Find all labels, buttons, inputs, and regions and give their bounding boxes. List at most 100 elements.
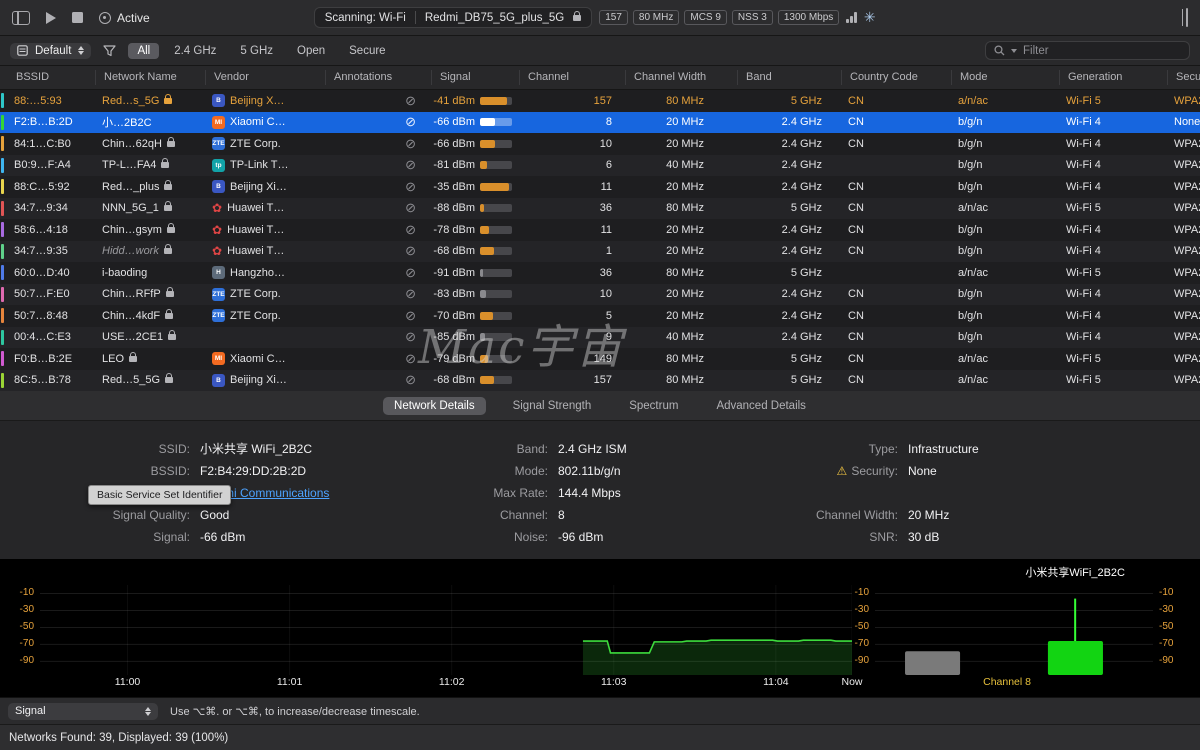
channel-spectrum-chart <box>875 585 1153 675</box>
segment-secure[interactable]: Secure <box>340 43 394 59</box>
tab-spectrum[interactable]: Spectrum <box>618 397 689 415</box>
band-cell: 5 GHz <box>736 262 840 284</box>
segment-all[interactable]: All <box>128 43 159 59</box>
column-header-bssid[interactable]: BSSID <box>8 70 96 85</box>
no-annotation-icon[interactable]: ⊘ <box>405 265 416 281</box>
details-value: 802.11b/g/n <box>558 464 621 478</box>
details-row: SNR:30 dB <box>720 528 979 545</box>
table-row[interactable]: B0:9…F:A4TP-L…FA4tpTP-Link T…⊘-81 dBm640… <box>0 155 1200 177</box>
no-annotation-icon[interactable]: ⊘ <box>405 93 416 109</box>
channel-width-cell: 80 MHz <box>624 370 736 392</box>
table-row[interactable]: 8C:5…B:78Red…5_5GBBeijing Xi…⊘-68 dBm157… <box>0 370 1200 392</box>
channel-width-cell: 20 MHz <box>624 219 736 241</box>
band-cell: 2.4 GHz <box>736 219 840 241</box>
details-label: Mode: <box>400 464 548 478</box>
no-annotation-icon[interactable]: ⊘ <box>405 351 416 367</box>
channel-cell: 8 <box>518 112 624 134</box>
lock-icon <box>573 15 581 21</box>
filter-placeholder: Filter <box>1023 45 1049 57</box>
annotations-cell: ⊘ <box>324 176 430 198</box>
band-cell: 2.4 GHz <box>736 112 840 134</box>
y-axis-label: -50 <box>841 621 869 632</box>
segment-5-ghz[interactable]: 5 GHz <box>231 43 282 59</box>
signal-dbm: -81 dBm <box>433 159 475 171</box>
column-header-country-code[interactable]: Country Code <box>842 70 952 85</box>
table-row[interactable]: 58:6…4:18Chin…gsym✿Huawei T…⊘-78 dBm1120… <box>0 219 1200 241</box>
table-row[interactable]: 50:7…8:48Chin…4kdFZTEZTE Corp.⊘-70 dBm52… <box>0 305 1200 327</box>
no-annotation-icon[interactable]: ⊘ <box>405 243 416 259</box>
table-row[interactable]: F2:B…B:2D小…2B2CMIXiaomi C…⊘-66 dBm820 MH… <box>0 112 1200 134</box>
no-annotation-icon[interactable]: ⊘ <box>405 222 416 238</box>
tab-signal-strength[interactable]: Signal Strength <box>502 397 603 415</box>
column-header-signal[interactable]: Signal <box>432 70 520 85</box>
bssid-cell: 88:…5:93 <box>6 90 94 112</box>
table-row[interactable]: 60:0…D:40i-baodingHHangzho…⊘-91 dBm3680 … <box>0 262 1200 284</box>
table-row[interactable]: 00:4…C:E3USE…2CE1⊘-85 dBm940 MHz2.4 GHzC… <box>0 327 1200 349</box>
filter-funnel-icon[interactable] <box>103 45 116 57</box>
generation-cell: Wi-Fi 4 <box>1058 327 1166 349</box>
no-annotation-icon[interactable]: ⊘ <box>405 136 416 152</box>
chart-mode-select[interactable]: Signal <box>8 703 158 720</box>
column-header-mode[interactable]: Mode <box>952 70 1060 85</box>
network-name: i-baoding <box>102 267 147 279</box>
table-row[interactable]: 34:7…9:35Hidd…work✿Huawei T…⊘-68 dBm120 … <box>0 241 1200 263</box>
security-cell: WPA2 Personal <box>1166 241 1200 263</box>
x-axis-label: 11:04 <box>763 676 789 688</box>
search-filter-field[interactable]: Filter <box>985 41 1190 60</box>
column-header-security[interactable]: Security <box>1168 70 1200 85</box>
column-header-band[interactable]: Band <box>738 70 842 85</box>
filter-bar: Default All 2.4 GHz 5 GHz Open Secure Filter <box>0 36 1200 66</box>
bssid-cell: 50:7…F:E0 <box>6 284 94 306</box>
signal-bar-fill <box>480 247 494 255</box>
table-row[interactable]: 88:C…5:92Red…_plusBBeijing Xi…⊘-35 dBm11… <box>0 176 1200 198</box>
column-header-channel[interactable]: Channel <box>520 70 626 85</box>
channel-width-cell: 80 MHz <box>624 262 736 284</box>
details-value: None <box>908 464 937 478</box>
table-row[interactable]: F0:B…B:2ELEOMIXiaomi C…⊘-79 dBm14980 MHz… <box>0 348 1200 370</box>
search-icon <box>994 45 1005 56</box>
column-header-generation[interactable]: Generation <box>1060 70 1168 85</box>
vendor-cell: ✿Huawei T… <box>204 198 324 220</box>
column-header-channel-width[interactable]: Channel Width <box>626 70 738 85</box>
no-annotation-icon[interactable]: ⊘ <box>405 200 416 216</box>
segment-2-4-ghz[interactable]: 2.4 GHz <box>165 43 225 59</box>
generation-cell: Wi-Fi 4 <box>1058 284 1166 306</box>
channel-cell: 5 <box>518 305 624 327</box>
play-icon[interactable] <box>46 12 56 24</box>
right-sidebar-toggle-icon[interactable] <box>1186 8 1188 27</box>
generation-cell: Wi-Fi 5 <box>1058 262 1166 284</box>
column-header-annotations[interactable]: Annotations <box>326 70 432 85</box>
network-color-strip <box>1 265 4 280</box>
channel-width-cell: 80 MHz <box>624 348 736 370</box>
mode-cell: b/g/n <box>950 155 1058 177</box>
column-header-vendor[interactable]: Vendor <box>206 70 326 85</box>
no-annotation-icon[interactable]: ⊘ <box>405 157 416 173</box>
signal-dbm: -66 dBm <box>433 138 475 150</box>
tab-advanced-details[interactable]: Advanced Details <box>705 397 817 415</box>
no-annotation-icon[interactable]: ⊘ <box>405 372 416 388</box>
tab-network-details[interactable]: Network Details <box>383 397 486 415</box>
scanning-network-name: Redmi_DB75_5G_plus_5G <box>425 12 564 24</box>
network-name-cell: LEO <box>94 348 204 370</box>
signal-bar-fill <box>480 312 493 320</box>
generation-cell: Wi-Fi 5 <box>1058 348 1166 370</box>
table-row[interactable]: 34:7…9:34NNN_5G_1✿Huawei T…⊘-88 dBm3680 … <box>0 198 1200 220</box>
network-color-strip <box>1 308 4 323</box>
no-annotation-icon[interactable]: ⊘ <box>405 114 416 130</box>
table-row[interactable]: 88:…5:93Red…s_5GBBeijing X…⊘-41 dBm15780… <box>0 90 1200 112</box>
column-header-network-name[interactable]: Network Name <box>96 70 206 85</box>
left-sidebar-toggle-icon[interactable] <box>12 11 30 25</box>
no-annotation-icon[interactable]: ⊘ <box>405 286 416 302</box>
no-annotation-icon[interactable]: ⊘ <box>405 329 416 345</box>
table-row[interactable]: 84:1…C:B0Chin…62qHZTEZTE Corp.⊘-66 dBm10… <box>0 133 1200 155</box>
select-arrows-icon <box>145 707 151 716</box>
stop-icon[interactable] <box>72 12 83 23</box>
segment-open[interactable]: Open <box>288 43 334 59</box>
signal-cell: -88 dBm <box>430 198 518 220</box>
preset-dropdown[interactable]: Default <box>10 43 91 59</box>
details-label: Band: <box>400 442 548 456</box>
no-annotation-icon[interactable]: ⊘ <box>405 179 416 195</box>
mode-cell: b/g/n <box>950 327 1058 349</box>
no-annotation-icon[interactable]: ⊘ <box>405 308 416 324</box>
table-row[interactable]: 50:7…F:E0Chin…RFfPZTEZTE Corp.⊘-83 dBm10… <box>0 284 1200 306</box>
